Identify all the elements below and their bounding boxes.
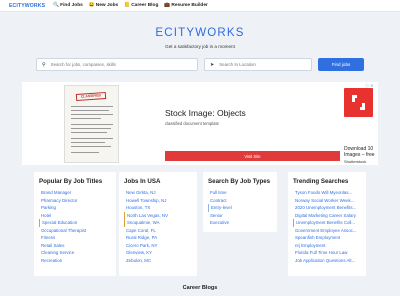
list-item[interactable]: Retail Sales (39, 242, 111, 250)
list-item[interactable]: Entry-level (208, 204, 272, 212)
list-item[interactable]: Tyson Foods Will Myeonlas... (293, 189, 361, 197)
smiley-icon: 😀 (88, 3, 95, 8)
nav-new-jobs-label: New Jobs (95, 3, 119, 8)
job-search-input[interactable]: ⚲ Search for jobs, companies, skills (36, 58, 198, 71)
ad-side-subtitle: Shutterstock (344, 159, 367, 164)
list-item[interactable]: North Las Vegas, NV (124, 211, 192, 219)
hero-subtitle: Get a satisfactory job in a moment (165, 44, 235, 49)
career-blogs-heading: Career Blogs (182, 285, 218, 291)
classified-stamp: CLASSIFIED (75, 91, 107, 102)
list-item[interactable]: nrj Employment (293, 242, 361, 250)
list-item[interactable]: Howell Township, NJ (124, 197, 192, 205)
location-search-input[interactable]: ➤ Search In Location (204, 58, 312, 71)
list-item[interactable]: Glenview, KY (124, 249, 192, 257)
popular-job-titles-list: Brand Manager Pharmacy Director Parking … (39, 189, 111, 264)
doc-line (71, 106, 113, 107)
list-item[interactable]: Cicero Park, NY (124, 242, 192, 250)
find-jobs-button[interactable]: Find jobs (318, 58, 364, 71)
trending-searches-card: Trending Searches Tyson Foods Will Myeon… (288, 172, 366, 276)
nav-new-jobs[interactable]: 😀 New Jobs (89, 3, 118, 8)
doc-line (71, 138, 113, 139)
jobs-in-usa-card: Jobs In USA New Girkta, NJ Howell Townsh… (119, 172, 197, 276)
nav-resume-builder-label: Resume Builder (171, 3, 208, 8)
list-item[interactable]: Florida Full Time Hour Law (293, 249, 361, 257)
list-item[interactable]: Zebulon, MC (124, 257, 192, 265)
list-item[interactable]: Occupational Therapist (39, 227, 111, 235)
nav-career-blog[interactable]: 📒 Career Blog (124, 3, 158, 8)
jobs-in-usa-list: New Girkta, NJ Howell Township, NJ Houst… (124, 189, 192, 264)
ad-image[interactable]: CLASSIFIED (64, 85, 119, 163)
card-title: Jobs In USA (124, 178, 161, 185)
list-item[interactable]: Unemployment Benefits Coll... (293, 219, 361, 227)
doc-line (71, 152, 99, 153)
doc-line (71, 132, 107, 133)
ad-side-title[interactable]: Download 10 Images – free (344, 146, 378, 158)
list-item[interactable]: Job Application Questions Alt... (293, 257, 361, 265)
doc-line (71, 146, 111, 147)
job-types-list: Full time Contract Entry-level Senior Ex… (208, 189, 272, 227)
doc-line (71, 142, 105, 143)
notebook-icon: 📒 (124, 3, 131, 8)
popular-job-titles-card: Popular By Job Titles Brand Manager Phar… (34, 172, 116, 276)
list-item[interactable]: Digital Marketing Career Salary (293, 212, 361, 220)
job-types-card: Search By Job Types Full time Contract E… (203, 172, 277, 232)
job-search-placeholder: Search for jobs, companies, skills (50, 62, 116, 67)
ad-banner[interactable]: CLASSIFIED Stock Image: Objects classifi… (22, 82, 378, 165)
doc-line (71, 124, 113, 125)
list-item[interactable]: Norway Social Worker Week... (293, 197, 361, 205)
location-search-placeholder: Search In Location (219, 62, 256, 67)
list-item[interactable]: Cleaning Service (39, 249, 111, 257)
nav-career-blog-label: Career Blog (131, 3, 159, 8)
list-item[interactable]: 2020 Unemployment Benefits... (293, 204, 361, 212)
ad-title[interactable]: Stock Image: Objects (165, 108, 246, 118)
search-icon: 🔍 (53, 3, 60, 8)
card-title: Popular By Job Titles (39, 178, 103, 185)
list-item[interactable]: Parking (39, 204, 111, 212)
ad-subtitle: classified document template (165, 121, 219, 126)
nav-resume-builder[interactable]: 💼 Resume Builder (164, 3, 208, 8)
nav-find-jobs-label: Find Jobs (60, 3, 83, 8)
list-item[interactable]: Recreation (39, 257, 111, 265)
list-item[interactable]: Houston, TX (124, 204, 192, 212)
list-item[interactable]: Full time (208, 189, 272, 197)
list-item[interactable]: Brand Manager (39, 189, 111, 197)
doc-line (71, 128, 111, 129)
list-item[interactable]: New Girkta, NJ (124, 189, 192, 197)
list-item[interactable]: Snoqualmie, WA (124, 219, 192, 227)
ad-visit-button[interactable]: Visit Site (165, 151, 340, 161)
list-item[interactable]: Hotel (39, 212, 111, 220)
list-item[interactable]: Fitness (39, 234, 111, 242)
list-item[interactable]: Executive (208, 219, 272, 227)
search-icon: ⚲ (42, 61, 46, 68)
list-item[interactable]: Pharmacy Director (39, 197, 111, 205)
doc-line (71, 114, 113, 115)
nav-find-jobs[interactable]: 🔍 Find Jobs (53, 3, 83, 8)
site-logo[interactable]: ECITYWORKS (9, 3, 45, 9)
card-title: Search By Job Types (208, 178, 271, 185)
trending-searches-list: Tyson Foods Will Myeonlas... Norway Soci… (293, 189, 361, 264)
hero-title: ECITYWORKS (155, 27, 245, 39)
list-item[interactable]: Government Employee Assoc... (293, 227, 361, 235)
shutterstock-logo-icon[interactable] (344, 88, 373, 117)
briefcase-icon: 💼 (164, 3, 171, 8)
list-item[interactable]: Speanfish Employment (293, 234, 361, 242)
location-arrow-icon: ➤ (210, 61, 215, 68)
list-item[interactable]: Special Education (39, 219, 111, 227)
top-nav: ECITYWORKS 🔍 Find Jobs 😀 New Jobs 📒 Care… (0, 0, 400, 12)
list-item[interactable]: Contract (208, 197, 272, 205)
doc-line (71, 110, 109, 111)
ad-info-close-icon[interactable]: ⓘ ✕ (365, 83, 373, 89)
card-title: Trending Searches (293, 178, 349, 185)
list-item[interactable]: Cape Coral, FL (124, 227, 192, 235)
doc-line (71, 118, 101, 119)
list-item[interactable]: Senior (208, 212, 272, 220)
list-item[interactable]: Rural Ridge, PA (124, 234, 192, 242)
